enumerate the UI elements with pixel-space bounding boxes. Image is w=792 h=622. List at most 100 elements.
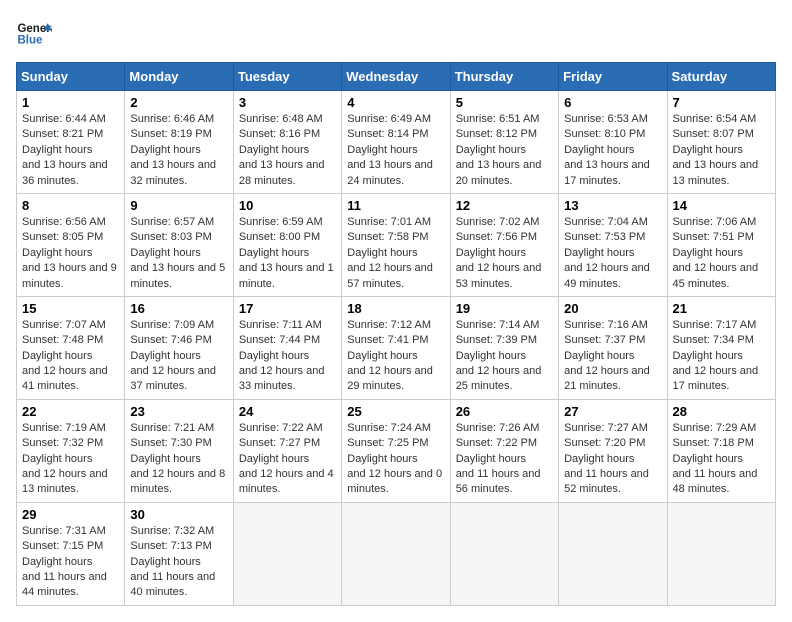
col-header-wednesday: Wednesday [342, 63, 450, 91]
calendar-cell: 25 Sunrise: 7:24 AMSunset: 7:25 PMDaylig… [342, 399, 450, 502]
day-number: 26 [456, 404, 553, 419]
calendar-cell: 14 Sunrise: 7:06 AMSunset: 7:51 PMDaylig… [667, 193, 775, 296]
day-info: Sunrise: 7:14 AMSunset: 7:39 PMDaylight … [456, 319, 542, 393]
calendar-cell: 20 Sunrise: 7:16 AMSunset: 7:37 PMDaylig… [559, 296, 667, 399]
calendar-cell: 2 Sunrise: 6:46 AMSunset: 8:19 PMDayligh… [125, 91, 233, 194]
day-info: Sunrise: 7:09 AMSunset: 7:46 PMDaylight … [130, 319, 216, 393]
day-number: 11 [347, 198, 444, 213]
calendar-cell: 5 Sunrise: 6:51 AMSunset: 8:12 PMDayligh… [450, 91, 558, 194]
col-header-thursday: Thursday [450, 63, 558, 91]
day-number: 12 [456, 198, 553, 213]
calendar-week-row: 15 Sunrise: 7:07 AMSunset: 7:48 PMDaylig… [17, 296, 776, 399]
day-number: 25 [347, 404, 444, 419]
calendar-table: SundayMondayTuesdayWednesdayThursdayFrid… [16, 62, 776, 606]
calendar-cell: 6 Sunrise: 6:53 AMSunset: 8:10 PMDayligh… [559, 91, 667, 194]
day-info: Sunrise: 7:29 AMSunset: 7:18 PMDaylight … [673, 422, 758, 496]
col-header-tuesday: Tuesday [233, 63, 341, 91]
calendar-cell [559, 502, 667, 605]
day-info: Sunrise: 7:19 AMSunset: 7:32 PMDaylight … [22, 422, 108, 496]
day-number: 22 [22, 404, 119, 419]
calendar-week-row: 1 Sunrise: 6:44 AMSunset: 8:21 PMDayligh… [17, 91, 776, 194]
day-info: Sunrise: 6:54 AMSunset: 8:07 PMDaylight … [673, 113, 759, 187]
calendar-cell [342, 502, 450, 605]
calendar-cell: 30 Sunrise: 7:32 AMSunset: 7:13 PMDaylig… [125, 502, 233, 605]
col-header-monday: Monday [125, 63, 233, 91]
day-number: 15 [22, 301, 119, 316]
calendar-cell: 21 Sunrise: 7:17 AMSunset: 7:34 PMDaylig… [667, 296, 775, 399]
day-number: 10 [239, 198, 336, 213]
calendar-body: 1 Sunrise: 6:44 AMSunset: 8:21 PMDayligh… [17, 91, 776, 606]
calendar-cell: 24 Sunrise: 7:22 AMSunset: 7:27 PMDaylig… [233, 399, 341, 502]
day-number: 13 [564, 198, 661, 213]
day-number: 29 [22, 507, 119, 522]
day-number: 3 [239, 95, 336, 110]
day-info: Sunrise: 7:21 AMSunset: 7:30 PMDaylight … [130, 422, 225, 496]
col-header-friday: Friday [559, 63, 667, 91]
day-info: Sunrise: 7:06 AMSunset: 7:51 PMDaylight … [673, 216, 759, 290]
day-number: 14 [673, 198, 770, 213]
day-info: Sunrise: 7:31 AMSunset: 7:15 PMDaylight … [22, 525, 107, 599]
day-info: Sunrise: 6:49 AMSunset: 8:14 PMDaylight … [347, 113, 433, 187]
day-info: Sunrise: 6:46 AMSunset: 8:19 PMDaylight … [130, 113, 216, 187]
svg-text:Blue: Blue [17, 34, 43, 46]
logo: General Blue [16, 16, 56, 52]
day-info: Sunrise: 7:26 AMSunset: 7:22 PMDaylight … [456, 422, 541, 496]
day-number: 8 [22, 198, 119, 213]
calendar-cell: 3 Sunrise: 6:48 AMSunset: 8:16 PMDayligh… [233, 91, 341, 194]
day-info: Sunrise: 7:01 AMSunset: 7:58 PMDaylight … [347, 216, 433, 290]
day-number: 16 [130, 301, 227, 316]
day-number: 23 [130, 404, 227, 419]
day-number: 17 [239, 301, 336, 316]
calendar-cell: 9 Sunrise: 6:57 AMSunset: 8:03 PMDayligh… [125, 193, 233, 296]
calendar-week-row: 8 Sunrise: 6:56 AMSunset: 8:05 PMDayligh… [17, 193, 776, 296]
day-info: Sunrise: 7:22 AMSunset: 7:27 PMDaylight … [239, 422, 334, 496]
day-info: Sunrise: 6:44 AMSunset: 8:21 PMDaylight … [22, 113, 108, 187]
calendar-cell: 8 Sunrise: 6:56 AMSunset: 8:05 PMDayligh… [17, 193, 125, 296]
calendar-cell [233, 502, 341, 605]
day-info: Sunrise: 6:53 AMSunset: 8:10 PMDaylight … [564, 113, 650, 187]
day-info: Sunrise: 7:24 AMSunset: 7:25 PMDaylight … [347, 422, 442, 496]
day-info: Sunrise: 7:04 AMSunset: 7:53 PMDaylight … [564, 216, 650, 290]
day-info: Sunrise: 7:11 AMSunset: 7:44 PMDaylight … [239, 319, 325, 393]
calendar-cell: 23 Sunrise: 7:21 AMSunset: 7:30 PMDaylig… [125, 399, 233, 502]
calendar-cell: 29 Sunrise: 7:31 AMSunset: 7:15 PMDaylig… [17, 502, 125, 605]
day-info: Sunrise: 6:51 AMSunset: 8:12 PMDaylight … [456, 113, 542, 187]
day-number: 6 [564, 95, 661, 110]
day-number: 2 [130, 95, 227, 110]
day-info: Sunrise: 6:48 AMSunset: 8:16 PMDaylight … [239, 113, 325, 187]
day-info: Sunrise: 7:12 AMSunset: 7:41 PMDaylight … [347, 319, 433, 393]
calendar-cell: 13 Sunrise: 7:04 AMSunset: 7:53 PMDaylig… [559, 193, 667, 296]
page-header: General Blue [16, 16, 776, 52]
col-header-sunday: Sunday [17, 63, 125, 91]
calendar-cell: 16 Sunrise: 7:09 AMSunset: 7:46 PMDaylig… [125, 296, 233, 399]
day-number: 4 [347, 95, 444, 110]
calendar-week-row: 22 Sunrise: 7:19 AMSunset: 7:32 PMDaylig… [17, 399, 776, 502]
day-number: 24 [239, 404, 336, 419]
day-number: 30 [130, 507, 227, 522]
day-number: 20 [564, 301, 661, 316]
day-number: 21 [673, 301, 770, 316]
calendar-cell: 7 Sunrise: 6:54 AMSunset: 8:07 PMDayligh… [667, 91, 775, 194]
day-info: Sunrise: 6:57 AMSunset: 8:03 PMDaylight … [130, 216, 225, 290]
day-info: Sunrise: 7:32 AMSunset: 7:13 PMDaylight … [130, 525, 215, 599]
day-info: Sunrise: 7:16 AMSunset: 7:37 PMDaylight … [564, 319, 650, 393]
calendar-cell: 4 Sunrise: 6:49 AMSunset: 8:14 PMDayligh… [342, 91, 450, 194]
day-number: 7 [673, 95, 770, 110]
day-info: Sunrise: 7:07 AMSunset: 7:48 PMDaylight … [22, 319, 108, 393]
day-info: Sunrise: 6:56 AMSunset: 8:05 PMDaylight … [22, 216, 117, 290]
col-header-saturday: Saturday [667, 63, 775, 91]
day-number: 5 [456, 95, 553, 110]
day-number: 19 [456, 301, 553, 316]
calendar-header-row: SundayMondayTuesdayWednesdayThursdayFrid… [17, 63, 776, 91]
day-number: 9 [130, 198, 227, 213]
calendar-cell: 18 Sunrise: 7:12 AMSunset: 7:41 PMDaylig… [342, 296, 450, 399]
day-number: 28 [673, 404, 770, 419]
day-info: Sunrise: 7:17 AMSunset: 7:34 PMDaylight … [673, 319, 759, 393]
calendar-cell [450, 502, 558, 605]
calendar-cell: 27 Sunrise: 7:27 AMSunset: 7:20 PMDaylig… [559, 399, 667, 502]
calendar-cell: 22 Sunrise: 7:19 AMSunset: 7:32 PMDaylig… [17, 399, 125, 502]
calendar-cell: 19 Sunrise: 7:14 AMSunset: 7:39 PMDaylig… [450, 296, 558, 399]
day-info: Sunrise: 7:27 AMSunset: 7:20 PMDaylight … [564, 422, 649, 496]
calendar-cell [667, 502, 775, 605]
logo-icon: General Blue [16, 16, 52, 52]
